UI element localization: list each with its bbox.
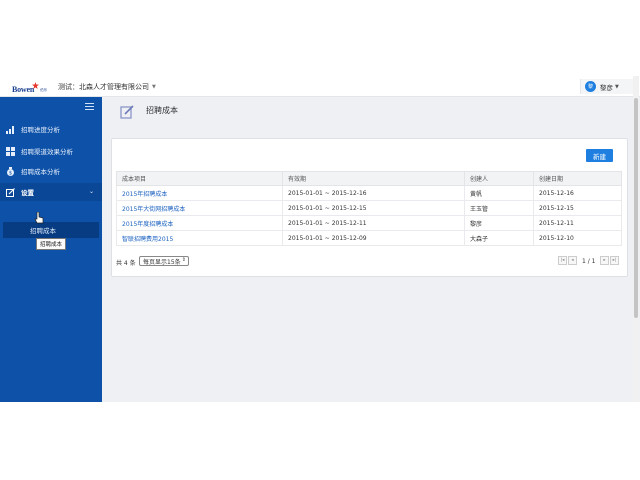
sidebar-item-label: 设置: [21, 189, 34, 197]
sidebar-subitem-label: 招聘成本: [30, 227, 56, 235]
table-row: 2015年招聘成本 2015-01-01 ~ 2015-12-16 黄帆 201…: [116, 185, 622, 201]
sidebar-subitem-cost[interactable]: 招聘成本: [3, 222, 99, 238]
date-cell: 2015-12-16: [533, 185, 622, 201]
sidebar-item-label: 招聘成本分析: [21, 168, 60, 176]
sidebar-item-label: 招聘进度分析: [21, 126, 60, 134]
page-title: 招聘成本: [146, 106, 178, 115]
sidebar-item-channel-analysis[interactable]: 招聘渠道效果分析: [0, 142, 102, 160]
cost-table: 成本项目 有效期 创建人 创建日期 2015年招聘成本 2015-01-01 ~…: [116, 171, 622, 246]
chevron-down-icon: ▼: [615, 83, 619, 90]
next-page-button[interactable]: ▸: [600, 256, 609, 265]
period-cell: 2015-01-01 ~ 2015-12-16: [282, 185, 465, 201]
scrollbar-thumb[interactable]: [634, 98, 638, 318]
column-header-item[interactable]: 成本项目: [116, 171, 283, 186]
sidebar-item-cost-analysis[interactable]: $ 招聘成本分析: [0, 162, 102, 180]
logo-cn-text: 伯乐: [40, 88, 48, 92]
cost-list-card: 新建 成本项目 有效期 创建人 创建日期 2015年招聘成本 2015-01-0…: [111, 138, 628, 277]
creator-cell: 黄帆: [464, 185, 534, 201]
table-row: 智联招聘费用2015 2015-01-01 ~ 2015-12-09 大森子 2…: [116, 230, 622, 246]
app-frame: Bowen 伯乐 测试：北森人才管理有限公司 ▼ 黎 黎彦 ▼ 招聘进度分析 招…: [0, 76, 640, 402]
prev-page-button[interactable]: ◂: [568, 256, 577, 265]
period-cell: 2015-01-01 ~ 2015-12-09: [282, 230, 465, 246]
user-name: 黎彦: [600, 83, 613, 92]
company-label: 测试：北森人才管理有限公司: [58, 83, 149, 91]
new-button[interactable]: 新建: [586, 149, 613, 162]
select-arrows-icon: ⇕: [181, 257, 186, 263]
cost-item-link[interactable]: 2015年招聘成本: [116, 185, 283, 201]
logo-star-icon: [32, 82, 40, 89]
total-count: 共 4 条: [116, 260, 136, 267]
company-selector[interactable]: 测试：北森人才管理有限公司 ▼: [58, 82, 156, 92]
cost-item-link[interactable]: 2015年大街网招聘成本: [116, 200, 283, 216]
avatar: 黎: [585, 81, 596, 92]
page-scrollbar[interactable]: [633, 76, 639, 402]
edit-note-icon: [120, 105, 134, 119]
tooltip: 招聘成本: [36, 238, 67, 250]
grid-icon: [6, 146, 15, 156]
column-header-period[interactable]: 有效期: [282, 171, 465, 186]
user-menu[interactable]: 黎 黎彦 ▼: [580, 79, 637, 94]
svg-text:$: $: [9, 170, 12, 176]
brand-logo[interactable]: Bowen 伯乐: [12, 80, 47, 94]
column-header-date[interactable]: 创建日期: [533, 171, 622, 186]
edit-icon: [6, 187, 15, 197]
chevron-down-icon: ⌄: [89, 188, 95, 195]
date-cell: 2015-12-15: [533, 200, 622, 216]
column-header-creator[interactable]: 创建人: [464, 171, 534, 186]
cost-item-link[interactable]: 2015年度招聘成本: [116, 215, 283, 231]
sidebar-item-progress-analysis[interactable]: 招聘进度分析: [0, 120, 102, 138]
mouse-cursor-icon: [34, 212, 44, 224]
pagination: 共 4 条 每页显示15条 ⇕ |◂ ◂ 1 / 1 ▸ ▸|: [116, 256, 622, 270]
creator-cell: 王玉管: [464, 200, 534, 216]
last-page-button[interactable]: ▸|: [610, 256, 619, 265]
page-size-value: 每页显示15条: [143, 258, 181, 266]
table-header-row: 成本项目 有效期 创建人 创建日期: [116, 171, 622, 186]
first-page-button[interactable]: |◂: [558, 256, 567, 265]
sidebar-item-settings[interactable]: 设置 ⌄: [0, 183, 102, 201]
period-cell: 2015-01-01 ~ 2015-12-15: [282, 200, 465, 216]
table-row: 2015年大街网招聘成本 2015-01-01 ~ 2015-12-15 王玉管…: [116, 200, 622, 216]
chevron-down-icon: ▼: [152, 84, 156, 90]
money-bag-icon: $: [6, 166, 15, 176]
date-cell: 2015-12-10: [533, 230, 622, 246]
cost-item-link[interactable]: 智联招聘费用2015: [116, 230, 283, 246]
sidebar: 招聘进度分析 招聘渠道效果分析 $ 招聘成本分析 设置 ⌄ 招聘成本 招聘成本: [0, 97, 102, 402]
date-cell: 2015-12-11: [533, 215, 622, 231]
page-header: 招聘成本: [103, 97, 631, 127]
table-row: 2015年度招聘成本 2015-01-01 ~ 2015-12-11 黎彦 20…: [116, 215, 622, 231]
menu-toggle-icon[interactable]: [85, 103, 94, 112]
creator-cell: 大森子: [464, 230, 534, 246]
page-indicator: 1 / 1: [582, 258, 596, 265]
top-bar: Bowen 伯乐 测试：北森人才管理有限公司 ▼ 黎 黎彦 ▼: [0, 76, 640, 97]
page-size-select[interactable]: 每页显示15条 ⇕: [139, 256, 189, 266]
bar-chart-icon: [6, 125, 15, 134]
creator-cell: 黎彦: [464, 215, 534, 231]
period-cell: 2015-01-01 ~ 2015-12-11: [282, 215, 465, 231]
logo-text: Bowen: [12, 85, 35, 94]
sidebar-item-label: 招聘渠道效果分析: [21, 148, 73, 156]
